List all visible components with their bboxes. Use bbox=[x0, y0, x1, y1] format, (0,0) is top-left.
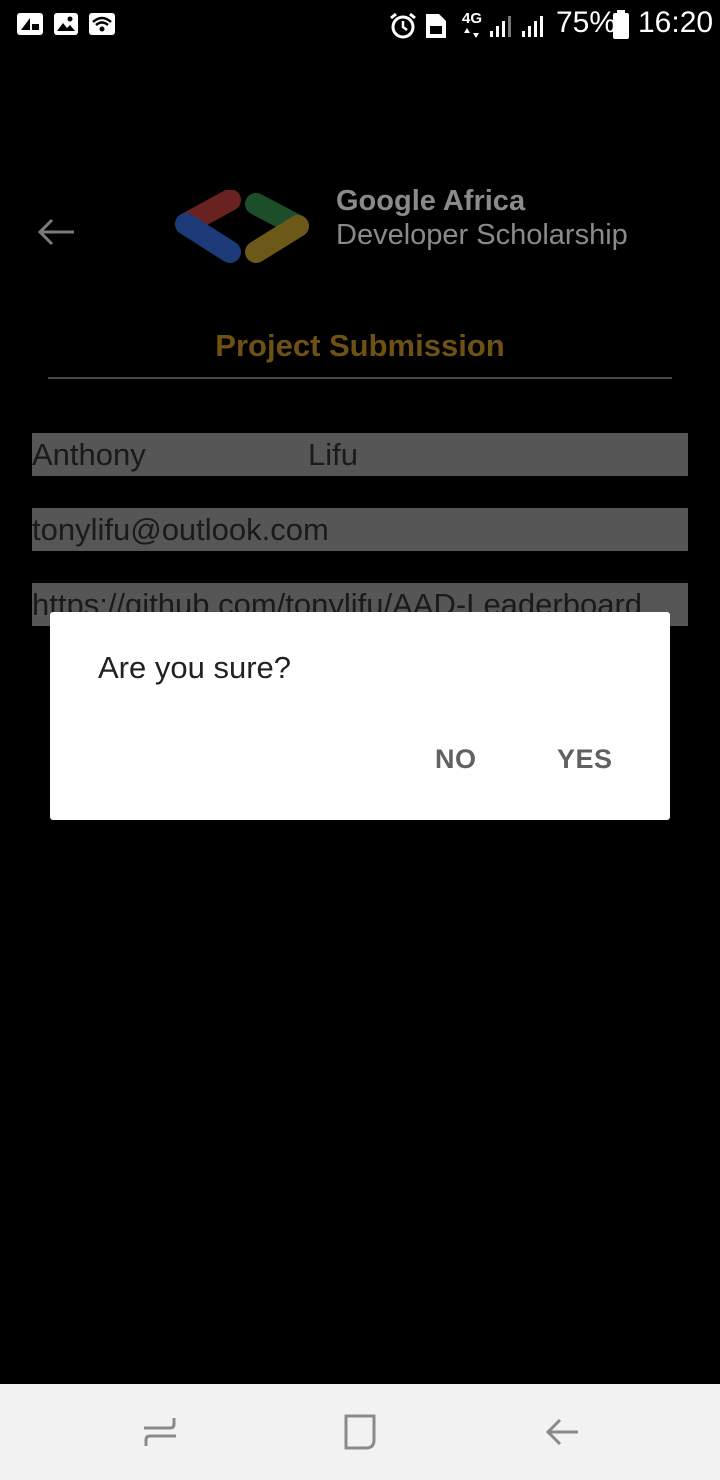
alarm-icon bbox=[390, 12, 416, 39]
yes-button[interactable]: YES bbox=[557, 744, 613, 775]
recent-apps-icon[interactable] bbox=[140, 1412, 180, 1452]
signal-icon bbox=[490, 16, 511, 37]
sim-icon bbox=[426, 14, 446, 38]
wifi-icon bbox=[89, 13, 115, 35]
logo-line1: Google Africa bbox=[336, 185, 526, 217]
no-button[interactable]: NO bbox=[435, 744, 477, 775]
status-bar: 4G 75% 16:20 bbox=[0, 0, 720, 50]
last-name-field[interactable]: Lifu bbox=[308, 433, 358, 476]
home-icon[interactable] bbox=[340, 1412, 380, 1452]
gads-logo-icon bbox=[175, 190, 309, 263]
back-icon[interactable] bbox=[542, 1412, 582, 1452]
logo-line2: Developer Scholarship bbox=[336, 219, 628, 251]
name-row: Anthony Lifu bbox=[32, 433, 688, 476]
notification-app-icon bbox=[17, 13, 43, 35]
signal-icon bbox=[522, 16, 543, 37]
title-divider bbox=[48, 377, 672, 379]
arrow-left-icon[interactable] bbox=[36, 214, 76, 250]
battery-icon bbox=[613, 10, 629, 39]
data-activity-icon bbox=[464, 28, 479, 38]
navigation-bar bbox=[0, 1384, 720, 1480]
dialog-message: Are you sure? bbox=[98, 650, 291, 685]
network-type-label: 4G bbox=[462, 10, 483, 27]
battery-percent: 75% bbox=[556, 6, 617, 39]
logo-text: Google Africa Developer Scholarship bbox=[336, 184, 628, 252]
confirm-dialog: Are you sure? NO YES bbox=[50, 612, 670, 820]
clock: 16:20 bbox=[638, 6, 714, 39]
page-title: Project Submission bbox=[215, 328, 505, 363]
email-field[interactable]: tonylifu@outlook.com bbox=[32, 508, 688, 551]
gallery-icon bbox=[54, 13, 78, 35]
first-name-field[interactable]: Anthony bbox=[32, 433, 146, 476]
